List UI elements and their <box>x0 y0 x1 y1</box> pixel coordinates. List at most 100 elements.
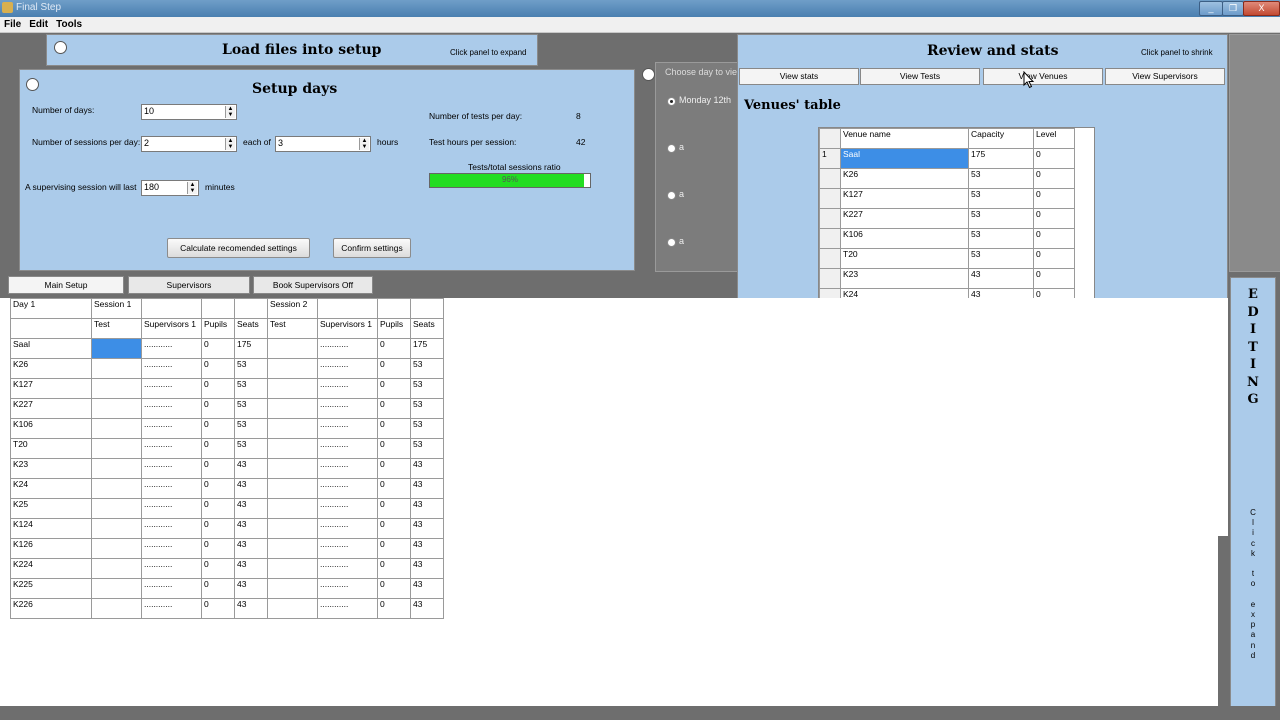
supervisor-cell[interactable]: ............ <box>317 458 378 479</box>
test-cell[interactable] <box>91 358 142 379</box>
supervisor-cell[interactable]: ............ <box>317 478 378 499</box>
schedule-row[interactable]: K227............ 0 53............ 0 53 <box>10 398 444 419</box>
test-cell[interactable] <box>91 338 142 359</box>
venue-name-cell[interactable]: K26 <box>840 168 969 189</box>
menu-file[interactable]: File <box>0 17 25 32</box>
supervisor-cell[interactable]: ............ <box>141 538 202 559</box>
capacity-cell[interactable]: 53 <box>968 188 1034 209</box>
test-cell[interactable] <box>267 398 318 419</box>
schedule-row[interactable]: K225............ 0 43............ 0 43 <box>10 578 444 599</box>
schedule-row[interactable]: K24............ 0 43............ 0 43 <box>10 478 444 499</box>
load-panel-radio[interactable] <box>54 41 67 54</box>
close-button[interactable]: X <box>1243 1 1280 16</box>
test-cell[interactable] <box>91 458 142 479</box>
schedule-row[interactable]: K226............ 0 43............ 0 43 <box>10 598 444 619</box>
spinner-arrows-icon[interactable]: ▲ ▼ <box>225 138 235 150</box>
sessions-spinner[interactable]: 2 ▲ ▼ <box>141 136 237 152</box>
test-cell[interactable] <box>91 378 142 399</box>
test-cell[interactable] <box>267 378 318 399</box>
venue-row[interactable]: K26 53 0 <box>819 168 1075 189</box>
supervisor-cell[interactable]: ............ <box>317 358 378 379</box>
supervisor-cell[interactable]: ............ <box>317 518 378 539</box>
test-cell[interactable] <box>267 518 318 539</box>
test-cell[interactable] <box>267 358 318 379</box>
hours-spinner[interactable]: 3 ▲ ▼ <box>275 136 371 152</box>
level-cell[interactable]: 0 <box>1033 148 1075 169</box>
supervisor-cell[interactable]: ............ <box>141 378 202 399</box>
supervisor-cell[interactable]: ............ <box>141 478 202 499</box>
days-spinner[interactable]: 10 ▲ ▼ <box>141 104 237 120</box>
supervisor-cell[interactable]: ............ <box>317 558 378 579</box>
spinner-arrows-icon[interactable]: ▲ ▼ <box>359 138 369 150</box>
test-cell[interactable] <box>267 438 318 459</box>
view-stats-button[interactable]: View stats <box>739 68 859 85</box>
schedule-row[interactable]: K126............ 0 43............ 0 43 <box>10 538 444 559</box>
tab-main-setup[interactable]: Main Setup <box>8 276 124 294</box>
test-cell[interactable] <box>267 478 318 499</box>
menu-tools[interactable]: Tools <box>52 17 86 32</box>
view-tests-button[interactable]: View Tests <box>860 68 980 85</box>
supervisor-cell[interactable]: ............ <box>317 538 378 559</box>
schedule-row[interactable]: K224............ 0 43............ 0 43 <box>10 558 444 579</box>
supervisor-cell[interactable]: ............ <box>141 518 202 539</box>
level-cell[interactable]: 0 <box>1033 208 1075 229</box>
supervisor-cell[interactable]: ............ <box>317 578 378 599</box>
schedule-row[interactable]: K26............ 0 53............ 0 53 <box>10 358 444 379</box>
minimize-button[interactable]: _ <box>1199 1 1223 16</box>
supervisor-cell[interactable]: ............ <box>141 398 202 419</box>
schedule-row[interactable]: K23............ 0 43............ 0 43 <box>10 458 444 479</box>
level-cell[interactable]: 0 <box>1033 248 1075 269</box>
calculate-settings-button[interactable]: Calculate recomended settings <box>167 238 310 258</box>
day-option-radio[interactable] <box>667 238 676 247</box>
supervisor-cell[interactable]: ............ <box>317 598 378 619</box>
test-cell[interactable] <box>267 538 318 559</box>
supervisor-cell[interactable]: ............ <box>317 498 378 519</box>
venue-row[interactable]: K23 43 0 <box>819 268 1075 289</box>
view-supervisors-button[interactable]: View Supervisors <box>1105 68 1225 85</box>
supervisor-cell[interactable]: ............ <box>317 418 378 439</box>
supervise-spinner[interactable]: 180 ▲ ▼ <box>141 180 199 196</box>
supervisor-cell[interactable]: ............ <box>141 358 202 379</box>
schedule-row[interactable]: K25............ 0 43............ 0 43 <box>10 498 444 519</box>
test-cell[interactable] <box>267 338 318 359</box>
supervisor-cell[interactable]: ............ <box>141 338 202 359</box>
day-option-radio[interactable] <box>667 191 676 200</box>
supervisor-cell[interactable]: ............ <box>317 338 378 359</box>
view-venues-button[interactable]: View Venues <box>983 68 1103 85</box>
venue-name-cell[interactable]: K227 <box>840 208 969 229</box>
confirm-settings-button[interactable]: Confirm settings <box>333 238 411 258</box>
test-cell[interactable] <box>91 438 142 459</box>
venue-row[interactable]: 1 Saal 175 0 <box>819 148 1075 169</box>
tab-supervisors[interactable]: Supervisors <box>128 276 250 294</box>
venue-row[interactable]: T20 53 0 <box>819 248 1075 269</box>
menu-edit[interactable]: Edit <box>25 17 52 32</box>
test-cell[interactable] <box>267 578 318 599</box>
capacity-cell[interactable]: 53 <box>968 248 1034 269</box>
schedule-row[interactable]: K124............ 0 43............ 0 43 <box>10 518 444 539</box>
day-option-radio[interactable] <box>667 97 676 106</box>
test-cell[interactable] <box>91 578 142 599</box>
venue-name-cell[interactable]: K23 <box>840 268 969 289</box>
test-cell[interactable] <box>91 518 142 539</box>
editing-side-panel[interactable]: EDITING Click to expand <box>1230 277 1276 707</box>
supervisor-cell[interactable]: ............ <box>317 398 378 419</box>
maximize-button[interactable]: ❐ <box>1222 1 1244 16</box>
supervisor-cell[interactable]: ............ <box>141 578 202 599</box>
test-cell[interactable] <box>91 398 142 419</box>
test-cell[interactable] <box>91 538 142 559</box>
level-cell[interactable]: 0 <box>1033 228 1075 249</box>
setup-panel-radio[interactable] <box>26 78 39 91</box>
schedule-row[interactable]: Saal............ 0 175............ 0 175 <box>10 338 444 359</box>
spinner-arrows-icon[interactable]: ▲ ▼ <box>187 182 197 194</box>
test-cell[interactable] <box>267 558 318 579</box>
capacity-cell[interactable]: 53 <box>968 168 1034 189</box>
venue-name-cell[interactable]: K106 <box>840 228 969 249</box>
test-cell[interactable] <box>91 498 142 519</box>
spinner-arrows-icon[interactable]: ▲ ▼ <box>225 106 235 118</box>
venue-name-cell[interactable]: Saal <box>840 148 969 169</box>
schedule-row[interactable]: K106............ 0 53............ 0 53 <box>10 418 444 439</box>
capacity-cell[interactable]: 53 <box>968 228 1034 249</box>
test-cell[interactable] <box>91 558 142 579</box>
test-cell[interactable] <box>267 498 318 519</box>
venue-name-cell[interactable]: K127 <box>840 188 969 209</box>
